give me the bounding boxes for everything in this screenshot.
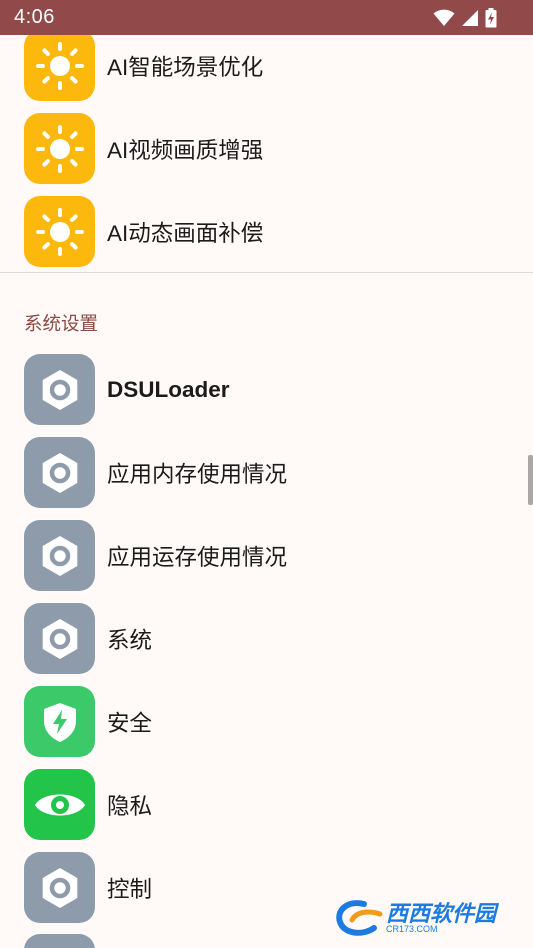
list-item-label: 隐私 <box>107 793 153 819</box>
gear-hex-icon <box>24 852 95 923</box>
status-time: 4:06 <box>14 6 55 28</box>
gear-hex-icon <box>24 934 95 948</box>
list-item-label: 应用内存使用情况 <box>107 461 288 487</box>
gear-hex-icon <box>24 437 95 508</box>
gear-hex-icon <box>24 354 95 425</box>
section-divider <box>0 272 533 273</box>
list-item-label: AI智能场景优化 <box>107 54 264 80</box>
watermark-swirl-icon <box>336 900 383 936</box>
sun-icon <box>24 113 95 184</box>
list-item-ai-motion[interactable]: AI动态画面补偿 <box>0 190 533 273</box>
battery-charging-icon <box>485 7 497 27</box>
list-item-system[interactable]: 系统 <box>0 597 533 680</box>
sun-icon <box>24 35 95 101</box>
gear-hex-icon <box>24 603 95 674</box>
list-item-app-ram-usage[interactable]: 应用运存使用情况 <box>0 514 533 597</box>
list-item-app-storage-usage[interactable]: 应用内存使用情况 <box>0 431 533 514</box>
section-header-system-settings: 系统设置 <box>24 313 99 334</box>
list-item-label: DSULoader <box>107 376 230 402</box>
list-item-label: AI视频画质增强 <box>107 137 264 163</box>
list-item-label: 控制 <box>107 876 153 902</box>
watermark-subtext: CR173.COM <box>386 923 438 934</box>
status-icons <box>433 7 497 28</box>
sun-icon <box>24 196 95 267</box>
list-item-label: 安全 <box>107 710 153 736</box>
watermark-text: 西西软件园 <box>386 900 497 926</box>
list-item-label: AI动态画面补偿 <box>107 220 264 246</box>
list-item-ai-video[interactable]: AI视频画质增强 <box>0 107 533 190</box>
status-bar: 4:06 <box>0 0 533 35</box>
list-item-label: 应用运存使用情况 <box>107 544 288 570</box>
shield-bolt-icon <box>24 686 95 757</box>
list-item-dsuloader[interactable]: DSULoader <box>0 348 533 431</box>
wifi-icon <box>433 9 455 26</box>
scrollbar-thumb[interactable] <box>528 455 533 505</box>
list-item-security[interactable]: 安全 <box>0 680 533 763</box>
signal-icon <box>462 9 478 26</box>
watermark-logo: 西西软件园 CR173.COM <box>334 897 514 939</box>
list-item-label: 系统 <box>107 627 153 653</box>
list-item-ai-scene[interactable]: AI智能场景优化 <box>0 35 533 107</box>
gear-hex-icon <box>24 520 95 591</box>
list-item-privacy[interactable]: 隐私 <box>0 763 533 846</box>
settings-list: AI智能场景优化 AI视频画质增强 AI动态画面补偿 系统设置 DSULoade… <box>0 35 533 948</box>
eye-icon <box>24 769 95 840</box>
